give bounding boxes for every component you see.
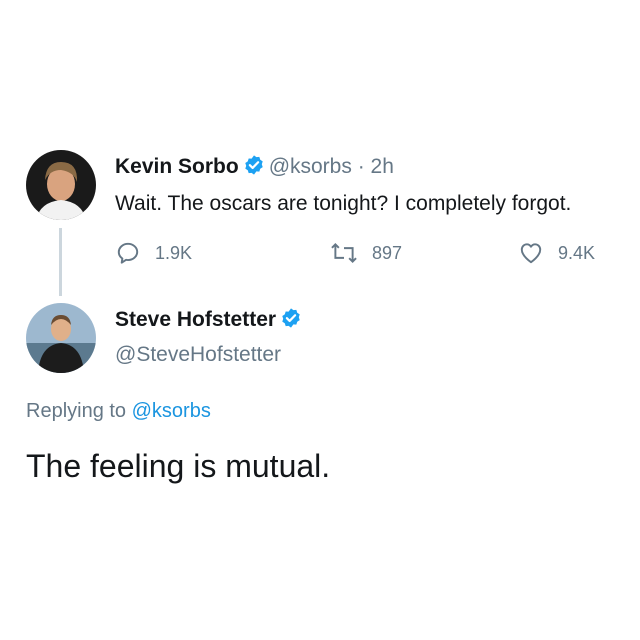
reply-icon xyxy=(117,242,139,264)
retweet-icon xyxy=(331,243,357,263)
reply-author-name[interactable]: Steve Hofstetter xyxy=(115,308,276,331)
heart-icon xyxy=(520,243,542,264)
reply-button[interactable]: 1.9K xyxy=(115,240,192,266)
author-handle[interactable]: @ksorbs xyxy=(269,155,352,178)
person-avatar-icon xyxy=(26,303,96,373)
person-avatar-icon xyxy=(26,150,96,220)
tweet-actions: 1.9K 897 9.4K xyxy=(115,240,635,270)
like-count: 9.4K xyxy=(558,242,596,263)
verified-badge-icon xyxy=(280,307,302,335)
author-name[interactable]: Kevin Sorbo xyxy=(115,155,239,178)
like-button[interactable]: 9.4K xyxy=(518,240,595,266)
original-tweet-header: Kevin Sorbo @ksorbs · 2h xyxy=(115,154,394,182)
reply-tweet-text: The feeling is mutual. xyxy=(26,448,331,484)
reply-author-handle[interactable]: @SteveHofstetter xyxy=(115,343,306,367)
reply-count: 1.9K xyxy=(155,242,193,263)
original-tweet-text: Wait. The oscars are tonight? I complete… xyxy=(115,192,572,215)
retweet-count: 897 xyxy=(372,242,403,263)
reply-tweet-header: Steve Hofstetter @SteveHofstetter xyxy=(115,307,306,367)
replying-to-mention-link[interactable]: @ksorbs xyxy=(132,400,211,422)
kevin-sorbo-avatar[interactable] xyxy=(26,150,96,220)
verified-badge-icon xyxy=(243,154,265,182)
retweet-button[interactable]: 897 xyxy=(330,240,402,266)
replying-to-line: Replying to @ksorbs xyxy=(26,400,211,423)
tweet-timestamp[interactable]: 2h xyxy=(371,155,394,178)
separator-dot: · xyxy=(357,155,365,178)
thread-connector-line xyxy=(59,228,62,296)
steve-hofstetter-avatar[interactable] xyxy=(26,303,96,373)
replying-to-prefix: Replying to xyxy=(26,400,127,422)
